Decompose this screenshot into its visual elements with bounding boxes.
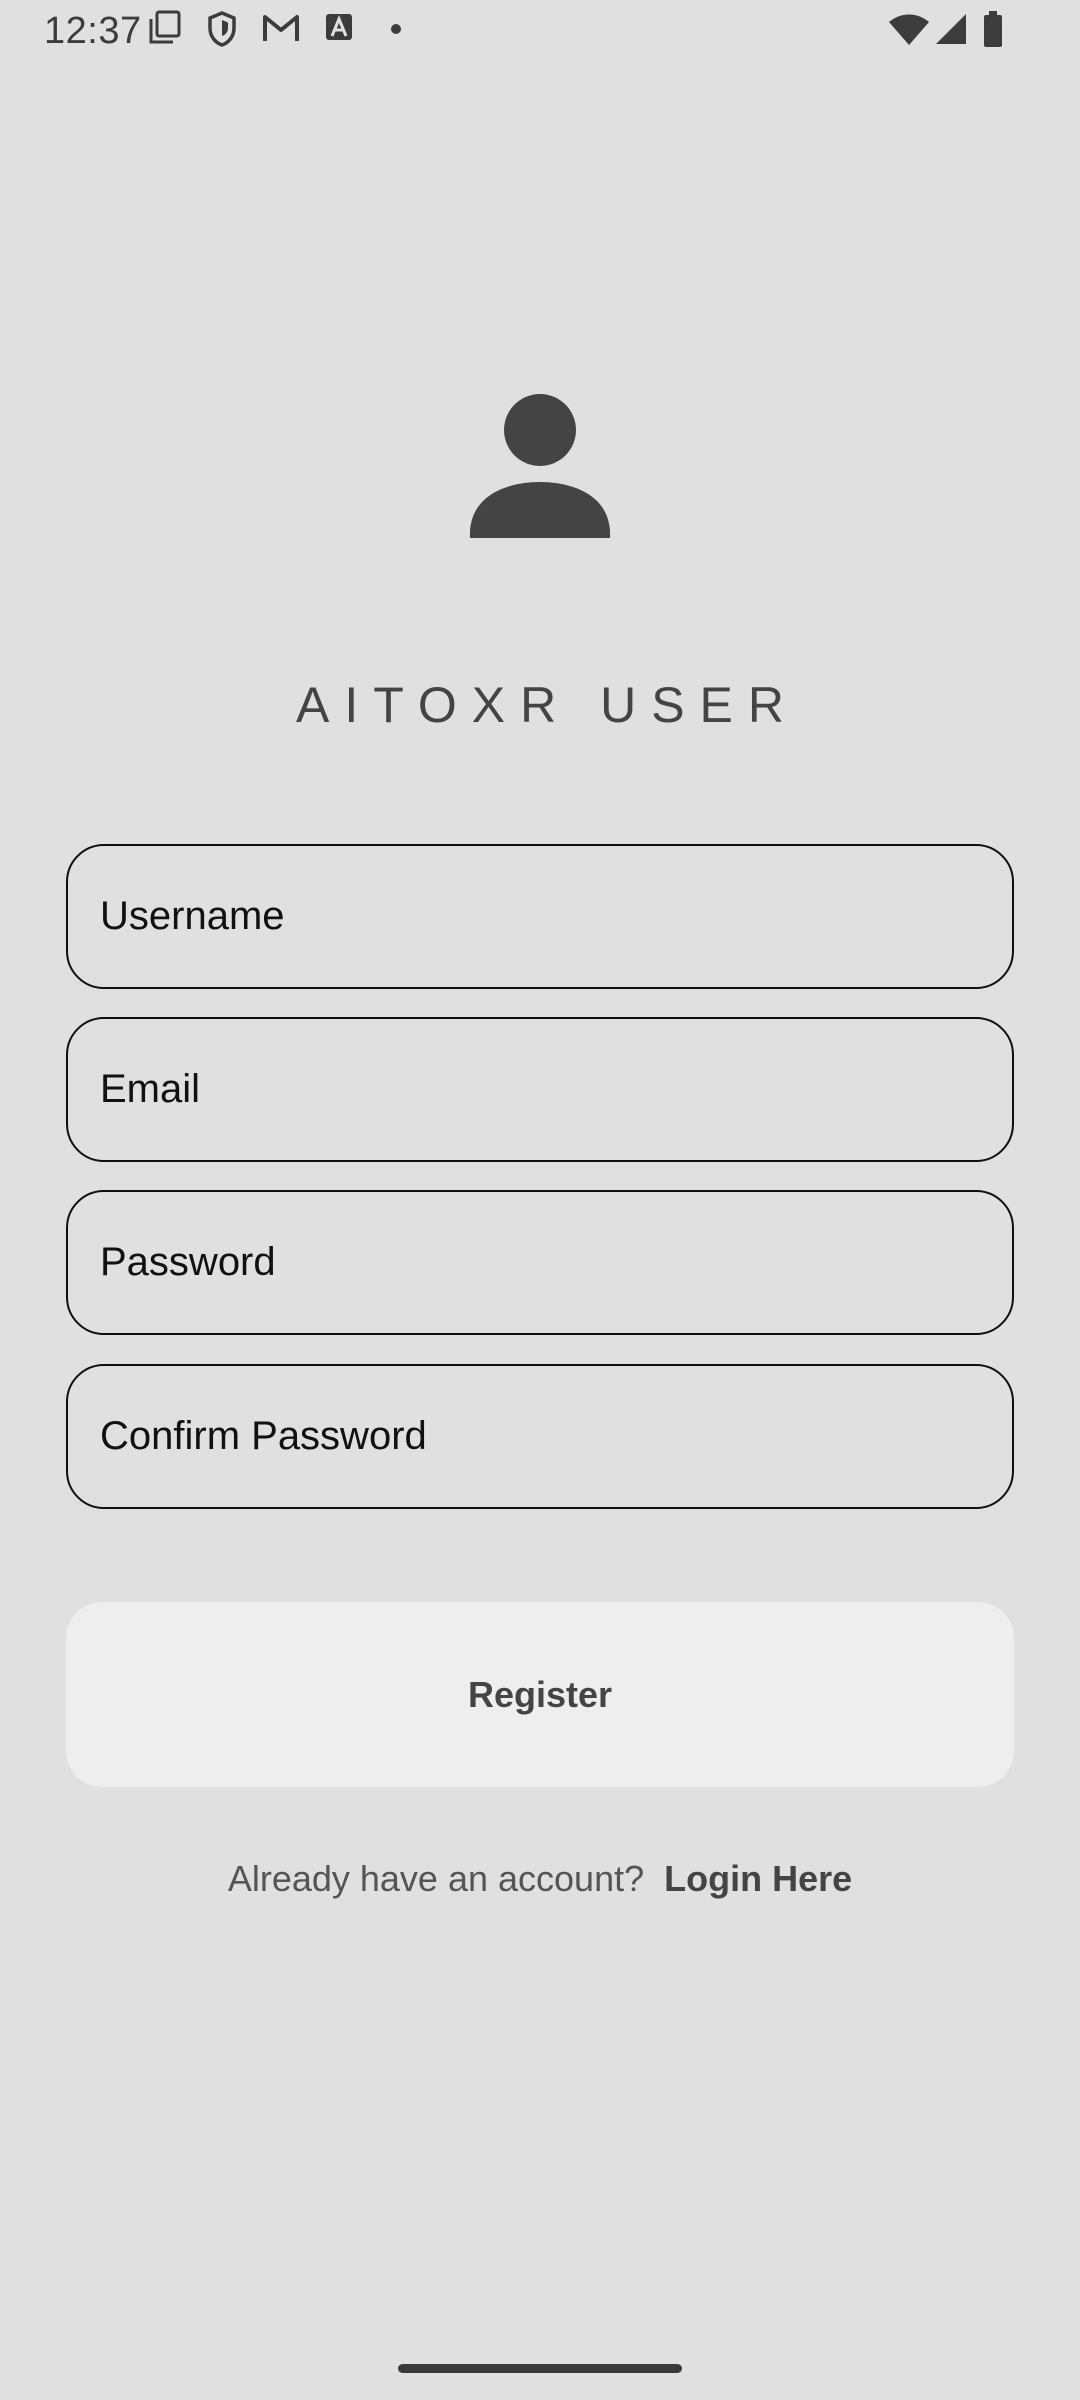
login-prompt-text: Already have an account?: [227, 1858, 645, 1899]
username-input[interactable]: [98, 893, 1012, 940]
username-field[interactable]: [66, 844, 1014, 989]
email-input[interactable]: [98, 1066, 1012, 1113]
email-field[interactable]: [66, 1017, 1014, 1162]
cellular-signal-icon: [936, 14, 966, 44]
battery-icon: [984, 11, 1002, 47]
login-prompt-row: Already have an account? Login Here: [0, 1858, 1080, 1900]
status-time: 12:37: [44, 10, 142, 52]
confirm-password-input[interactable]: [98, 1413, 1012, 1460]
screenshot-icon: [149, 10, 181, 44]
register-button[interactable]: Register: [66, 1602, 1014, 1787]
shield-icon: [208, 11, 236, 47]
app-title: AITOXR USER: [295, 676, 800, 733]
dot-icon: [391, 24, 401, 34]
status-bar: 12:37: [0, 0, 1080, 62]
person-icon: [470, 394, 610, 538]
confirm-password-field[interactable]: [66, 1364, 1014, 1509]
login-here-link[interactable]: Login Here: [664, 1858, 852, 1899]
a-square-icon: [326, 14, 352, 40]
gmail-icon: [263, 15, 299, 41]
wifi-icon: [889, 14, 929, 45]
password-field[interactable]: [66, 1190, 1014, 1335]
password-input[interactable]: [98, 1239, 1012, 1286]
home-gesture-handle[interactable]: [398, 2364, 682, 2373]
